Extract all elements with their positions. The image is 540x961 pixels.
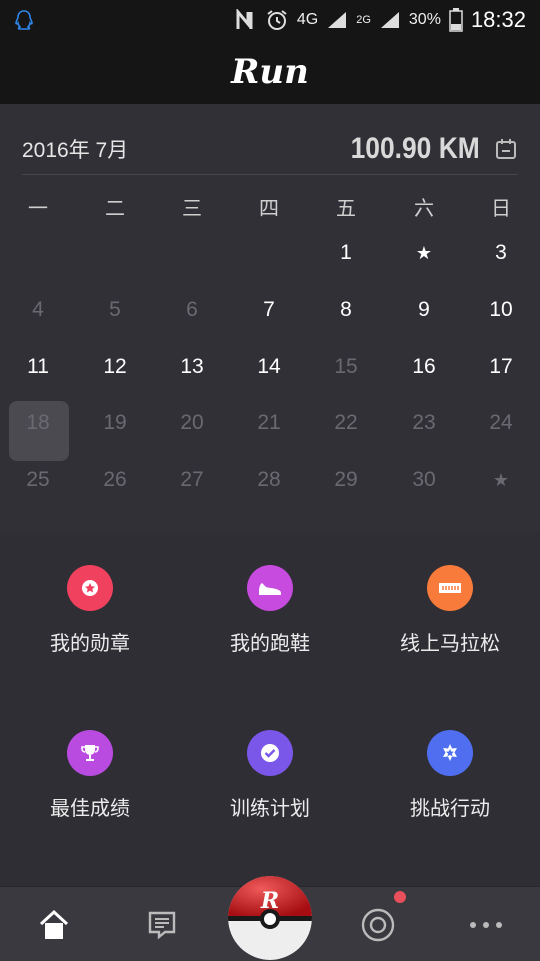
ticket-icon — [427, 565, 473, 611]
clock: 18:32 — [470, 7, 526, 32]
trophy-icon — [67, 730, 113, 776]
feature-label: 挑战行动 — [410, 796, 490, 820]
calendar-day[interactable]: 27 — [162, 460, 222, 500]
start-run-button[interactable]: R — [228, 876, 312, 960]
calendar-icon[interactable] — [494, 137, 518, 161]
calendar-day[interactable]: 21 — [239, 403, 299, 443]
feature-label: 最佳成绩 — [50, 796, 130, 820]
home-icon — [39, 909, 69, 939]
feature-tile[interactable]: 我的勋章 — [0, 565, 180, 656]
calendar-day[interactable]: 12 — [85, 347, 145, 387]
battery-icon — [449, 8, 463, 32]
battery-percent: 30% — [408, 11, 441, 28]
calendar-day[interactable]: 16 — [394, 347, 454, 387]
feature-label: 线上马拉松 — [400, 631, 500, 655]
feed-icon — [148, 911, 176, 940]
weekday-label: 一 — [28, 196, 48, 220]
signal-icon — [328, 12, 347, 28]
network-type: 4G — [296, 11, 319, 28]
pokeball-icon: R — [228, 876, 312, 960]
calendar-day[interactable]: 6 — [162, 290, 222, 330]
calendar-day[interactable]: 15 — [316, 347, 376, 387]
tab-home[interactable] — [30, 901, 78, 949]
weekday-label: 六 — [414, 196, 434, 220]
feature-label: 我的跑鞋 — [230, 631, 310, 655]
total-distance: 100.90 KM — [350, 132, 480, 165]
calendar-day[interactable]: 23 — [394, 403, 454, 443]
calendar-day[interactable]: 20 — [162, 403, 222, 443]
calendar-day[interactable]: 30 — [394, 460, 454, 500]
svg-text:R: R — [260, 888, 279, 914]
weekday-label: 五 — [336, 196, 356, 220]
more-icon — [470, 922, 502, 928]
sim2-label: 2G — [356, 14, 371, 26]
medal-icon — [67, 565, 113, 611]
star-badge-icon — [427, 730, 473, 776]
weekday-label: 日 — [491, 196, 511, 220]
weekday-label: 三 — [182, 196, 202, 220]
star-day-icon[interactable]: ★ — [394, 233, 454, 273]
feature-tile[interactable]: 线上马拉松 — [360, 565, 540, 656]
status-bar: 4G 2G 30% 18:32 — [0, 0, 540, 40]
calendar-day[interactable]: 8 — [316, 290, 376, 330]
calendar-day[interactable]: 13 — [162, 347, 222, 387]
feature-grid: 我的勋章 我的跑鞋 线上马拉松最佳成绩 训练计划 挑战行动 — [0, 540, 540, 870]
feature-label: 我的勋章 — [50, 631, 130, 655]
check-icon — [247, 730, 293, 776]
tab-more[interactable] — [462, 901, 510, 949]
feature-tile[interactable]: 训练计划 — [180, 730, 360, 821]
calendar-day[interactable]: 5 — [85, 290, 145, 330]
calendar-day[interactable]: 7 — [239, 290, 299, 330]
app-header: Run — [0, 40, 540, 104]
feature-tile[interactable]: 最佳成绩 — [0, 730, 180, 821]
calendar-header: 2016年 7月 100.90 KM — [22, 124, 518, 175]
calendar-day[interactable]: 17 — [471, 347, 531, 387]
calendar: 2016年 7月 100.90 KM 一 二 三 四 五 六 日 1 ★ 3 4 5 6 7 8 9 10 11… — [0, 104, 540, 532]
calendar-day[interactable]: 25 — [8, 460, 68, 500]
calendar-day[interactable]: 26 — [85, 460, 145, 500]
calendar-day[interactable]: 24 — [471, 403, 531, 443]
calendar-day[interactable]: 11 — [8, 347, 68, 387]
calendar-day[interactable]: 3 — [471, 233, 531, 273]
calendar-day[interactable]: 29 — [316, 460, 376, 500]
qq-icon — [15, 10, 33, 30]
feature-label: 训练计划 — [230, 796, 310, 820]
weekday-row: 一二三四五六日 — [0, 192, 540, 226]
month-label[interactable]: 2016年 7月 — [22, 134, 128, 164]
calendar-day[interactable]: 1 — [316, 233, 376, 273]
tab-target[interactable] — [354, 901, 402, 949]
nfc-icon — [236, 9, 253, 29]
target-icon — [361, 908, 395, 942]
calendar-day[interactable]: 18 — [8, 403, 68, 443]
weekday-label: 二 — [105, 196, 125, 220]
tab-feed[interactable] — [138, 901, 186, 949]
shoe-icon — [247, 565, 293, 611]
star-day-icon[interactable]: ★ — [471, 460, 531, 500]
calendar-day[interactable]: 10 — [471, 290, 531, 330]
weekday-label: 四 — [259, 196, 279, 220]
feature-tile[interactable]: 挑战行动 — [360, 730, 540, 821]
calendar-day[interactable]: 22 — [316, 403, 376, 443]
calendar-day[interactable]: 19 — [85, 403, 145, 443]
calendar-day[interactable]: 14 — [239, 347, 299, 387]
feature-tile[interactable]: 我的跑鞋 — [180, 565, 360, 656]
calendar-day[interactable]: 28 — [239, 460, 299, 500]
signal-icon-2 — [380, 12, 399, 28]
notification-dot — [394, 891, 406, 903]
calendar-day[interactable]: 9 — [394, 290, 454, 330]
alarm-icon — [267, 10, 287, 30]
app-logo: Run — [231, 52, 309, 92]
calendar-day[interactable]: 4 — [8, 290, 68, 330]
